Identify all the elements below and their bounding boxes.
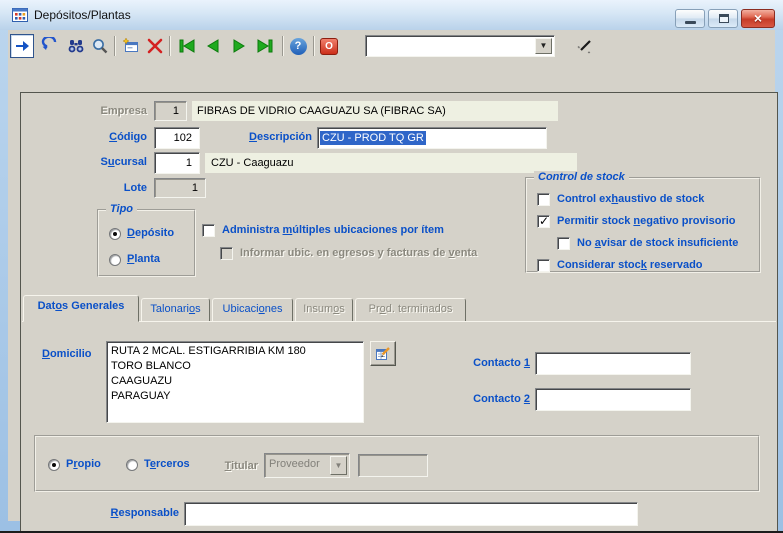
contacto1-input[interactable]	[535, 352, 691, 375]
tab-ubicaciones[interactable]: Ubicaciones	[212, 298, 293, 322]
empresa-name-field: FIBRAS DE VIDRIO CAAGUAZU SA (FIBRAC SA)	[192, 101, 558, 121]
titular-extra-field	[358, 454, 428, 477]
terceros-radio-label[interactable]: Terceros	[144, 458, 190, 470]
new-record-icon[interactable]	[119, 34, 143, 58]
chevron-down-icon[interactable]: ▼	[535, 38, 552, 54]
find-icon[interactable]	[64, 34, 88, 58]
codigo-label: Código	[61, 131, 147, 143]
permitir-negativo-label[interactable]: Permitir stock negativo provisorio	[557, 215, 736, 227]
next-record-icon[interactable]	[226, 34, 252, 58]
multi-ubicaciones-label[interactable]: Administra múltiples ubicaciones por íte…	[222, 224, 444, 236]
control-exhaustivo-label[interactable]: Control exhaustivo de stock	[557, 193, 704, 205]
prior-record-icon[interactable]	[200, 34, 226, 58]
empresa-code-field: 1	[154, 101, 187, 121]
maximize-icon	[719, 14, 729, 23]
control-stock-groupbox: Control de stock Control exhaustivo de s…	[525, 177, 761, 273]
responsable-label: Responsable	[79, 507, 179, 519]
close-button[interactable]: ×	[741, 9, 775, 28]
maximize-button[interactable]	[708, 9, 738, 28]
tipo-groupbox: Tipo Depósito Planta	[97, 209, 196, 277]
window-title: Depósitos/Plantas	[34, 8, 131, 22]
help-icon[interactable]: ?	[287, 34, 309, 58]
codigo-input[interactable]: 102	[154, 127, 200, 149]
delete-record-icon[interactable]	[143, 34, 167, 58]
titular-dropdown: Proveedor ▼	[264, 453, 350, 478]
chevron-down-icon: ▼	[330, 456, 347, 475]
titlebar[interactable]: Depósitos/Plantas ×	[0, 0, 783, 30]
permitir-negativo-checkbox[interactable]	[537, 215, 550, 228]
tab-datos-generales[interactable]: Datos Generales	[23, 295, 139, 322]
customize-wand-icon[interactable]	[573, 34, 597, 58]
considerar-reservado-checkbox[interactable]	[537, 259, 550, 272]
informar-ubic-label: Informar ubic. en egresos y facturas de …	[240, 247, 477, 259]
contacto1-label: Contacto 1	[391, 357, 530, 369]
toolbar-separator	[169, 36, 170, 56]
edit-address-icon	[375, 346, 391, 362]
deposito-radio[interactable]	[109, 228, 121, 240]
toolbar-search-combobox[interactable]: ▼	[365, 35, 555, 57]
titular-label: Titular	[196, 460, 258, 472]
informar-ubic-checkbox	[220, 247, 233, 260]
close-icon: ×	[742, 10, 774, 27]
toolbar-separator	[114, 36, 115, 56]
post-record-icon[interactable]	[10, 34, 34, 58]
search-zoom-icon[interactable]	[88, 34, 112, 58]
toolbar-separator	[282, 36, 283, 56]
tipo-group-title: Tipo	[106, 203, 137, 215]
toolbar: ? O ▼	[8, 30, 775, 62]
considerar-reservado-label[interactable]: Considerar stock reservado	[557, 259, 703, 271]
minimize-button[interactable]	[675, 9, 705, 28]
minimize-icon	[685, 21, 696, 24]
titular-dropdown-value: Proveedor	[269, 458, 320, 470]
lote-label: Lote	[61, 182, 147, 194]
exit-icon[interactable]: O	[318, 34, 340, 58]
control-stock-group-title: Control de stock	[534, 171, 629, 183]
contacto2-label: Contacto 2	[391, 393, 530, 405]
planta-radio[interactable]	[109, 254, 121, 266]
domicilio-textarea[interactable]: RUTA 2 MCAL. ESTIGARRIBIA KM 180 TORO BL…	[106, 341, 364, 423]
control-exhaustivo-checkbox[interactable]	[537, 193, 550, 206]
first-record-icon[interactable]	[174, 34, 200, 58]
empresa-label: Empresa	[61, 105, 147, 117]
app-icon	[12, 7, 28, 23]
ownership-groupbox: Propio Terceros Titular Proveedor ▼	[34, 435, 760, 492]
no-avisar-label[interactable]: No avisar de stock insuficiente	[577, 237, 738, 249]
form-panel: Empresa 1 FIBRAS DE VIDRIO CAAGUAZU SA (…	[20, 92, 778, 533]
no-avisar-checkbox[interactable]	[557, 237, 570, 250]
propio-radio[interactable]	[48, 459, 60, 471]
sucursal-label: Sucursal	[61, 156, 147, 168]
last-record-icon[interactable]	[252, 34, 278, 58]
tab-prod-terminados: Prod. terminados	[355, 298, 466, 322]
domicilio-label: Domicilio	[42, 348, 92, 360]
sucursal-name-field: CZU - Caaguazu	[205, 153, 577, 173]
descripcion-input[interactable]: CZU - PROD TQ GR	[317, 127, 547, 149]
contacto2-input[interactable]	[535, 388, 691, 411]
planta-radio-label[interactable]: Planta	[127, 253, 160, 265]
descripcion-label: Descripción	[201, 131, 312, 143]
sucursal-input[interactable]: 1	[154, 152, 200, 174]
terceros-radio[interactable]	[126, 459, 138, 471]
tab-insumos: Insumos	[295, 298, 353, 322]
propio-radio-label[interactable]: Propio	[66, 458, 101, 470]
lote-field: 1	[154, 178, 206, 198]
toolbar-separator	[313, 36, 314, 56]
multi-ubicaciones-checkbox[interactable]	[202, 224, 215, 237]
tab-talonarios[interactable]: Talonarios	[141, 298, 210, 322]
combo-value	[366, 40, 370, 52]
app-window: Depósitos/Plantas ×	[0, 0, 783, 533]
responsable-input[interactable]	[184, 502, 638, 526]
deposito-radio-label[interactable]: Depósito	[127, 227, 174, 239]
descripcion-selected-text: CZU - PROD TQ GR	[320, 131, 426, 145]
client-area: ? O ▼ Empresa 1 FIBRAS DE VIDRIO CAAGUAZ…	[8, 30, 775, 521]
undo-icon[interactable]	[38, 34, 62, 58]
